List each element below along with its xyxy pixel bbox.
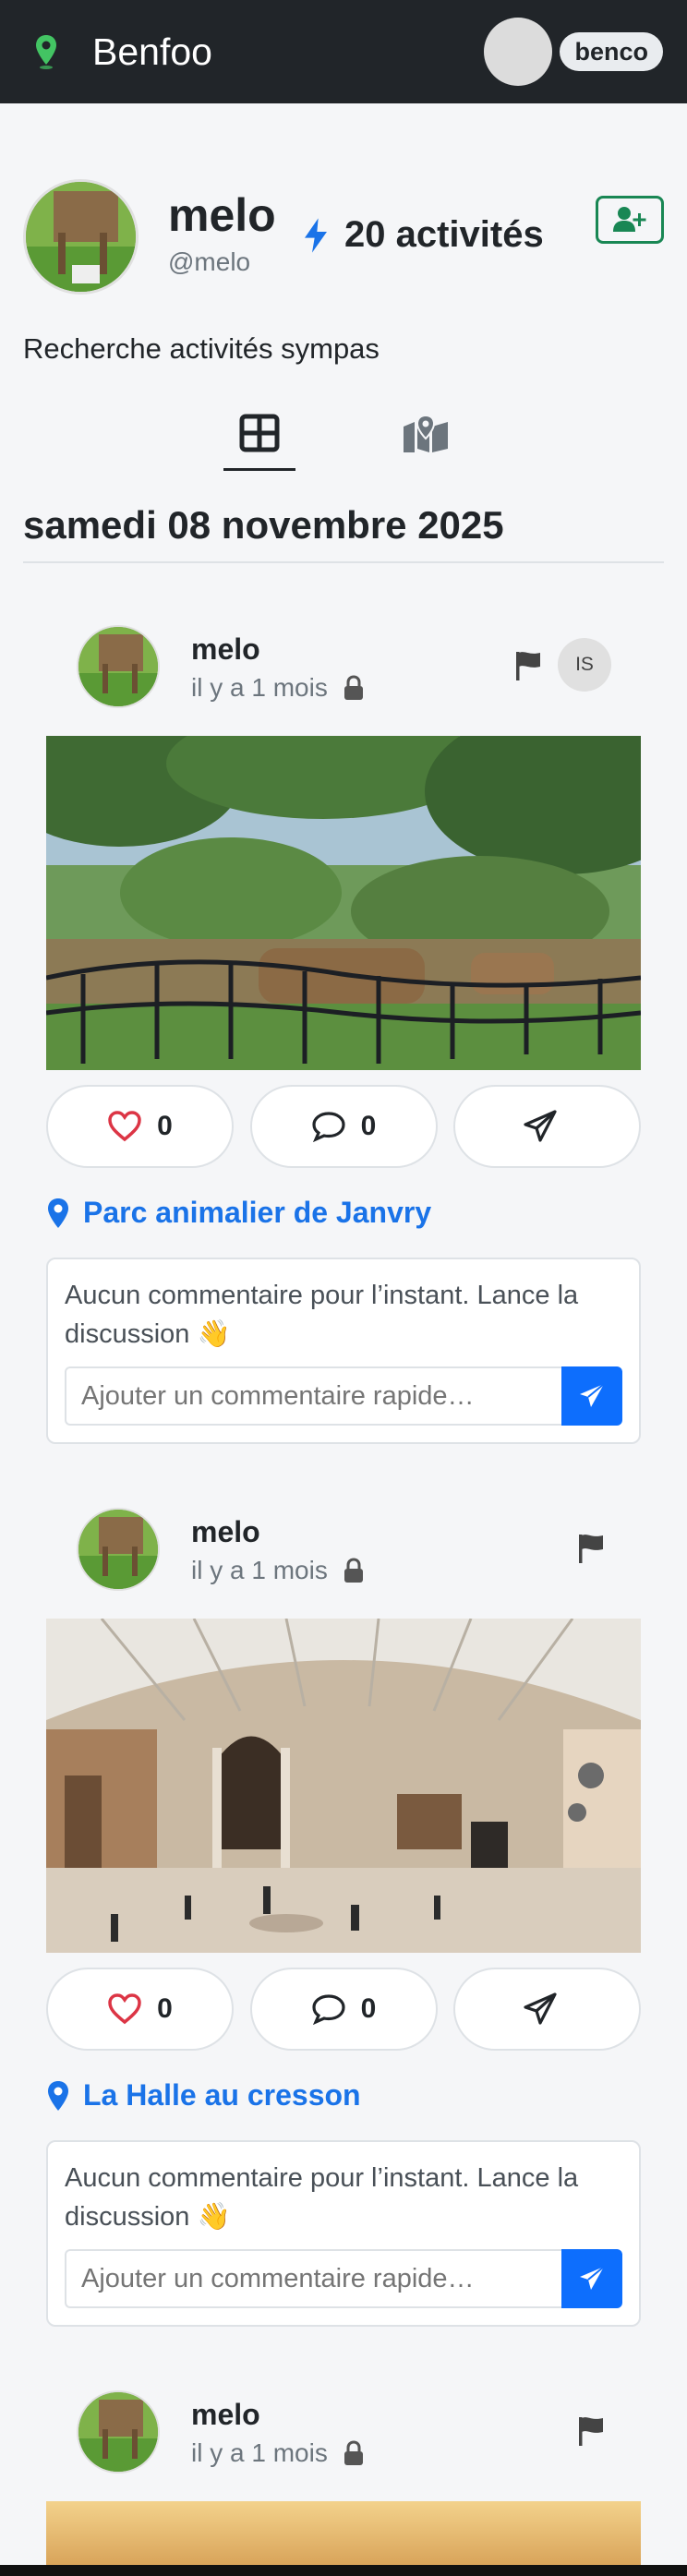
chat-bubble-icon	[312, 1994, 345, 2025]
send-comment-button[interactable]	[561, 1366, 622, 1426]
comment-button[interactable]: 0	[249, 1085, 438, 1168]
flag-icon	[579, 2417, 603, 2446]
quick-comment-form	[65, 1366, 622, 1426]
post-actions: 0 0	[46, 1968, 641, 2051]
grid-icon	[239, 414, 280, 451]
date-heading: samedi 08 novembre 2025	[23, 503, 504, 547]
view-tabs	[0, 397, 687, 471]
post-author-name[interactable]: melo	[191, 2398, 260, 2432]
map-icon	[404, 414, 448, 452]
comment-count: 0	[360, 1993, 377, 2024]
flag-icon	[516, 652, 540, 680]
post-time-text: il y a 1 mois	[191, 1556, 328, 1584]
report-flag-button[interactable]	[508, 645, 548, 686]
share-button[interactable]	[453, 1968, 641, 2051]
post-author-avatar[interactable]	[77, 2390, 160, 2474]
paper-plane-icon	[523, 1110, 557, 1142]
sunset-photo[interactable]	[46, 2501, 641, 2565]
send-icon	[580, 1383, 605, 1407]
top-navbar: Benfoo benco	[0, 0, 687, 103]
post-location[interactable]: La Halle au cresson	[46, 2078, 641, 2113]
send-comment-button[interactable]	[561, 2249, 622, 2308]
map-pin-icon	[48, 1198, 68, 1228]
grid-view-tab[interactable]	[223, 397, 295, 471]
add-friend-button[interactable]	[596, 196, 664, 244]
post-author-name[interactable]: melo	[191, 632, 260, 667]
post-time-text: il y a 1 mois	[191, 673, 328, 702]
paper-plane-icon	[523, 1992, 557, 2025]
comment-count: 0	[360, 1111, 377, 1141]
post-location[interactable]: Parc animalier de Janvry	[46, 1196, 641, 1230]
profile-bio: Recherche activités sympas	[23, 332, 380, 365]
user-menu-label[interactable]: benco	[560, 32, 663, 71]
like-button[interactable]: 0	[46, 1968, 234, 2051]
flag-icon	[579, 1535, 603, 1563]
bottom-edge	[0, 2565, 687, 2576]
post-author-avatar[interactable]	[77, 1508, 160, 1591]
person-plus-icon	[613, 207, 646, 232]
comment-section: Aucun commentaire pour l’instant. Lance …	[46, 1258, 641, 1444]
heart-icon	[108, 1111, 141, 1142]
post-header: melo il y a 1 mois	[46, 2390, 641, 2501]
date-divider	[23, 561, 664, 563]
post-card: melo il y a 1 mois IS 0 0 Parc animalier…	[46, 625, 641, 1444]
post-author-avatar[interactable]	[77, 625, 160, 708]
location-name[interactable]: La Halle au cresson	[83, 2078, 361, 2113]
lock-icon	[344, 2440, 363, 2465]
comment-button[interactable]: 0	[249, 1968, 438, 2051]
like-count: 0	[157, 1111, 173, 1141]
post-header: melo il y a 1 mois	[46, 1508, 641, 1619]
camels-zoo-photo[interactable]	[46, 736, 641, 1070]
location-pin-logo-icon[interactable]	[24, 30, 68, 74]
profile-header: melo @melo 20 activités	[23, 179, 664, 299]
activity-count: 20 activités	[300, 214, 544, 256]
send-icon	[580, 2266, 605, 2290]
lock-icon	[344, 1558, 363, 1583]
heart-icon	[108, 1993, 141, 2025]
profile-handle: @melo	[168, 247, 251, 276]
quick-comment-form	[65, 2249, 622, 2308]
quick-comment-input[interactable]	[65, 1366, 561, 1426]
museum-hall-photo[interactable]	[46, 1619, 641, 1953]
comment-section: Aucun commentaire pour l’instant. Lance …	[46, 2140, 641, 2327]
empty-comments-message: Aucun commentaire pour l’instant. Lance …	[65, 2163, 579, 2232]
post-timestamp: il y a 1 mois	[191, 2438, 365, 2468]
location-name[interactable]: Parc animalier de Janvry	[83, 1196, 431, 1230]
map-pin-icon	[48, 2080, 68, 2111]
brand-name[interactable]: Benfoo	[92, 30, 212, 74]
activity-count-text: 20 activités	[344, 214, 544, 255]
report-flag-button[interactable]	[571, 2411, 611, 2451]
empty-comments-message: Aucun commentaire pour l’instant. Lance …	[65, 1281, 579, 1349]
post-timestamp: il y a 1 mois	[191, 1556, 365, 1585]
post-author-name[interactable]: melo	[191, 1515, 260, 1549]
share-button[interactable]	[453, 1085, 641, 1168]
user-initials-badge[interactable]: IS	[558, 638, 611, 692]
lock-icon	[344, 675, 363, 700]
lightning-icon	[305, 217, 327, 253]
post-header: melo il y a 1 mois IS	[46, 625, 641, 736]
user-avatar[interactable]	[484, 18, 553, 86]
post-time-text: il y a 1 mois	[191, 2438, 328, 2467]
post-timestamp: il y a 1 mois	[191, 673, 365, 703]
post-card: melo il y a 1 mois	[46, 1508, 641, 2327]
like-button[interactable]: 0	[46, 1085, 234, 1168]
map-view-tab[interactable]	[390, 397, 462, 471]
chat-bubble-icon	[312, 1112, 345, 1142]
profile-name: melo	[168, 189, 276, 241]
quick-comment-input[interactable]	[65, 2249, 561, 2308]
post-card: melo il y a 1 mois	[46, 2390, 641, 2565]
profile-avatar	[23, 179, 139, 295]
like-count: 0	[157, 1993, 173, 2024]
report-flag-button[interactable]	[571, 1528, 611, 1569]
post-actions: 0 0	[46, 1085, 641, 1168]
